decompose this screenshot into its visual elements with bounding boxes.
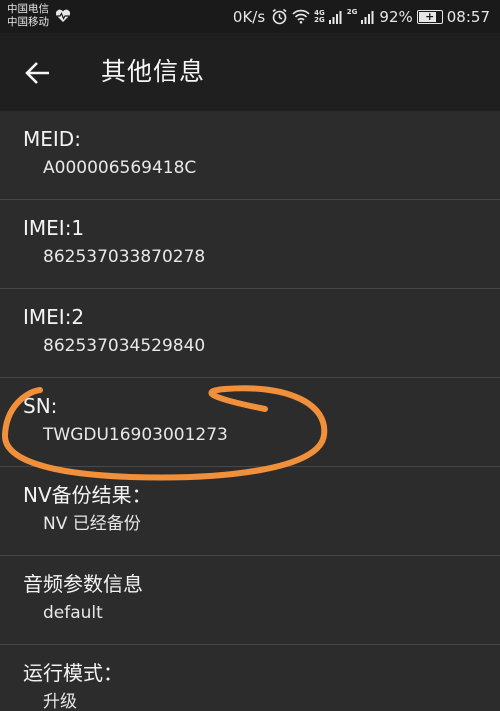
item-label: MEID: — [23, 127, 81, 151]
item-value: A000006569418C — [43, 158, 197, 178]
battery-percent: 92% — [379, 7, 413, 26]
app-bar: 其他信息 — [0, 33, 500, 111]
item-label: NV备份结果： — [23, 483, 152, 507]
list-item-audio-params: 音频参数信息 default — [0, 556, 500, 645]
page-title: 其他信息 — [101, 57, 206, 86]
carrier-info: 中国电信 中国移动 — [7, 3, 49, 29]
network-type-2: 2G — [346, 8, 358, 16]
clock: 08:57 — [446, 7, 490, 26]
carrier-2: 中国移动 — [7, 16, 49, 28]
battery-icon: + — [416, 9, 443, 24]
list-item-imei-1: IMEI:1 862537033870278 — [0, 200, 500, 289]
list-item-imei-2: IMEI:2 862537034529840 — [0, 289, 500, 378]
item-value: NV 已经备份 — [43, 514, 141, 534]
item-value: default — [43, 603, 103, 623]
wifi-icon — [292, 9, 310, 24]
list-item-meid: MEID: A000006569418C — [0, 111, 500, 200]
item-label: IMEI:1 — [23, 216, 85, 240]
item-value: 862537034529840 — [43, 336, 206, 356]
network-type-1: 4G 2G — [314, 9, 325, 24]
item-label: 音频参数信息 — [23, 572, 143, 596]
heart-rate-icon — [55, 9, 71, 22]
signal-icon — [361, 10, 374, 24]
status-indicators: 0K/s 4G 2G 2G 92% + 08:57 — [233, 0, 490, 33]
arrow-left-icon[interactable] — [24, 59, 52, 87]
status-bar: 中国电信 中国移动 0K/s 4G 2G 2G 92% + 08:57 — [0, 0, 500, 33]
info-list: MEID: A000006569418C IMEI:1 862537033870… — [0, 111, 500, 711]
item-value: TWGDU16903001273 — [43, 425, 228, 445]
carrier-1: 中国电信 — [7, 3, 49, 15]
list-item-nv-backup: NV备份结果： NV 已经备份 — [0, 467, 500, 556]
item-label: IMEI:2 — [23, 305, 85, 329]
signal-icon — [328, 10, 342, 24]
network-speed: 0K/s — [232, 7, 266, 26]
item-label: 运行模式： — [23, 661, 123, 685]
item-value: 升级 — [43, 692, 77, 711]
item-label: SN: — [23, 394, 58, 418]
network-type-1-bottom: 2G — [314, 15, 325, 24]
list-item-run-mode: 运行模式： 升级 — [0, 645, 500, 711]
item-value: 862537033870278 — [43, 247, 206, 267]
phone-screen: 中国电信 中国移动 0K/s 4G 2G 2G 92% + 08:57 其他信息… — [0, 0, 500, 711]
alarm-icon — [272, 8, 287, 25]
list-item-sn: SN: TWGDU16903001273 — [0, 378, 500, 467]
